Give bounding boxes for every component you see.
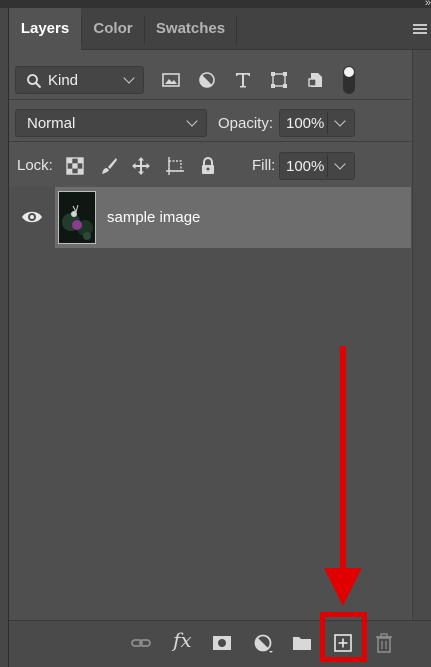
lock-all-icon[interactable] [198,156,218,176]
filter-toggle[interactable] [343,66,355,94]
panel-menu-icon[interactable] [413,24,427,36]
layer-style-icon[interactable]: fx [173,628,192,652]
field-divider [327,155,328,177]
layer-name: sample image [107,209,201,226]
adjustment-layer-icon[interactable] [252,632,274,654]
blend-row: Normal Opacity: 100% [9,99,411,143]
tab-layers[interactable]: Layers [9,8,81,50]
smart-object-filter-icon[interactable] [306,70,326,90]
opacity-field[interactable]: 100% [279,109,355,137]
tab-swatches[interactable]: Swatches [145,8,236,50]
lock-position-icon[interactable] [131,156,151,176]
lock-artboard-icon[interactable] [165,156,185,176]
link-layers-icon[interactable] [130,632,152,654]
eye-icon[interactable] [21,209,43,225]
fill-label: Fill: [252,157,276,174]
opacity-value: 100% [286,115,325,132]
blend-mode-value: Normal [27,115,76,132]
adjustment-filter-icon[interactable] [197,70,217,90]
fill-value: 100% [286,158,325,175]
layer-mask-icon[interactable] [211,632,233,654]
chevron-down-icon [123,72,135,84]
field-divider [327,112,328,134]
delete-layer-icon[interactable] [373,632,395,654]
tab-color[interactable]: Color [82,8,144,50]
chevron-down-icon[interactable] [334,115,346,127]
type-filter-icon[interactable] [233,70,253,90]
top-strip [0,0,431,8]
layer-row[interactable]: sample image [55,187,411,248]
lock-label: Lock: [17,157,53,174]
highlight-box [320,612,367,662]
lock-transparent-pixels-icon[interactable] [65,156,85,176]
layer-thumbnail [58,191,96,244]
toggle-knob [344,67,354,77]
image-filter-icon[interactable] [161,70,181,90]
fill-field[interactable]: 100% [279,152,355,180]
opacity-label: Opacity: [218,115,274,132]
lock-row: Lock: Fill: 100% [9,141,411,187]
left-edge [0,8,9,667]
layers-list: sample image [9,187,411,620]
shape-filter-icon[interactable] [269,70,289,90]
filter-kind-label: Kind [48,72,79,89]
tab-divider [236,16,237,44]
chevron-down-icon [186,115,198,127]
scrollbar-track[interactable] [412,50,431,620]
filter-kind-select[interactable]: Kind [15,66,144,94]
lock-image-pixels-icon[interactable] [99,156,119,176]
blend-mode-select[interactable]: Normal [15,109,207,137]
layers-footer: fx [9,620,431,667]
chevron-down-icon[interactable] [334,158,346,170]
panel-tab-bar: Layers Color Swatches [9,8,431,50]
new-group-icon[interactable] [291,632,313,654]
search-icon [27,74,42,89]
layer-filter-row: Kind [9,52,411,96]
